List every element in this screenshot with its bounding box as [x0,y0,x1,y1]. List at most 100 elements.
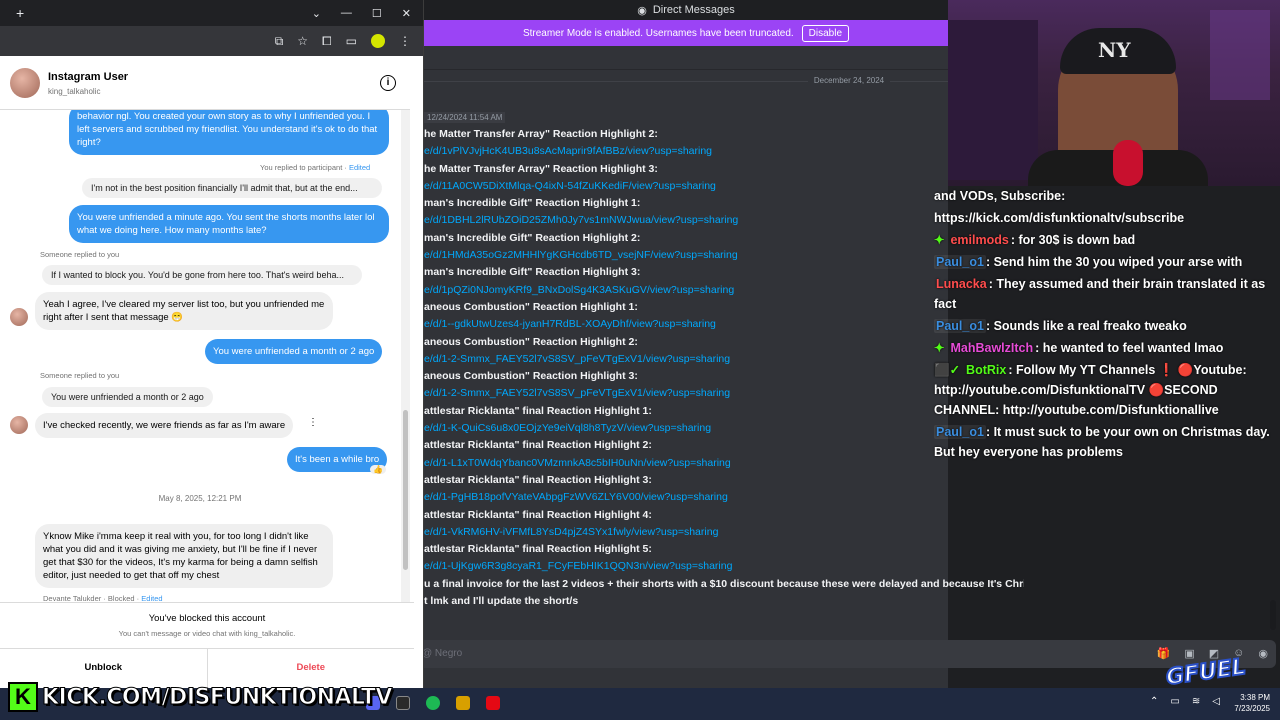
browser-window: + ⌄ — ☐ ✕ ⧉ ☆ ⧠ ▭ ⋮ Instagram User king_… [0,0,424,688]
streamer-mode-banner: Streamer Mode is enabled. Usernames have… [424,20,948,46]
list-item[interactable]: Yknow Mike i'mma keep it real with you, … [35,524,333,588]
badge-icon: ✦ [934,341,945,355]
chat-username: Paul_o1 [934,425,986,439]
ig-scrollbar[interactable] [401,110,410,602]
chat-message: ✦ MahBawlzItch: he wanted to feel wanted … [934,338,1280,358]
chat-message: Lunacka: They assumed and their brain tr… [934,274,1280,314]
discord-title-bar: ◉ Direct Messages [424,0,948,20]
list-item[interactable]: You were unfriended a minute ago. You se… [69,205,389,243]
reply-context: Someone replied to you [40,250,120,259]
chat-text: : for 30$ is down bad [1010,233,1136,247]
webcam-feed: NY [948,0,1280,186]
discord-message-input[interactable]: @ Negro 🎁 ▣ ◩ ☺ ◉ [414,640,1276,668]
ig-message-thread: behavior ngl. You created your own story… [0,110,400,602]
minimize-icon[interactable]: — [341,7,352,20]
list-item[interactable]: You were unfriended a month or 2 ago [205,339,383,364]
ig-display-name[interactable]: Instagram User [48,71,128,83]
disable-streamer-mode-button[interactable]: Disable [801,24,850,42]
spotify-icon[interactable] [426,696,440,710]
chat-text: : Send him the 30 you wiped your arse wi… [985,255,1243,269]
input-placeholder: @ Negro [422,648,463,659]
blocked-notice: You've blocked this account You can't me… [0,602,414,648]
message-text: he Matter Transfer Array" Reaction Highl… [424,128,658,140]
cap-logo-icon: NY [1098,38,1131,62]
extensions-icon[interactable]: ⧠ [322,34,332,49]
bookmark-star-icon[interactable]: ☆ [297,34,308,48]
chat-message: ⬛✓ BotRix: Follow My YT Channels ❗ 🔴Youtu… [934,360,1280,420]
reply-context: You replied to participant · Edited [260,163,371,172]
message-text: he Matter Transfer Array" Reaction Highl… [424,162,658,175]
chat-message: Paul_o1: It must suck to be your own on … [934,422,1280,462]
kick-logo: K [8,682,38,712]
streamer-notice: Streamer Mode is enabled. Usernames have… [522,27,794,39]
chat-text: : he wanted to feel wanted lmao [1035,341,1224,355]
avatar[interactable] [10,308,28,326]
chat-text: https://kick.com/disfunktionaltv/subscri… [934,211,1185,225]
quoted-message[interactable]: If I wanted to block you. You'd be gone … [42,265,362,285]
message-timestamp: 12/24/2024 11:54 AM [424,112,506,123]
gift-icon[interactable]: 🎁 [1157,647,1171,660]
badge-icon: ⬛✓ [934,363,961,377]
chat-message: https://kick.com/disfunktionaltv/subscri… [934,208,1280,228]
close-icon[interactable]: ✕ [402,7,411,20]
browser-tab-bar: + ⌄ — ☐ ✕ [0,0,423,26]
cast-icon[interactable]: ⧉ [275,34,284,49]
reply-context: Someone replied to you [40,371,120,380]
taskbar-clock[interactable]: 3:38 PM 7/23/2025 [1228,692,1270,714]
gif-icon[interactable]: ▣ [1184,647,1194,660]
list-item[interactable]: Yeah I agree, I've cleared my server lis… [35,292,333,330]
message-footer: Devante Talukder · Blocked · Edited [43,594,163,602]
chat-username: MahBawlzItch [950,341,1034,355]
chat-text: : Sounds like a real freako tweako [985,319,1187,333]
more-options-icon[interactable]: ⋮ [308,417,318,428]
quoted-message[interactable]: You were unfriended a month or 2 ago [42,387,213,407]
reaction-badge[interactable]: 👍 [370,465,386,474]
message-link[interactable]: e/d/1vPlVJvjHcK4UB3u8sAcMaprir9fAfBBz/vi… [424,143,1024,160]
discord-window-title: Direct Messages [652,4,735,16]
avatar[interactable] [10,416,28,434]
discord-icon: ◉ [637,4,647,17]
avatar[interactable] [10,68,40,98]
chevron-up-icon[interactable]: ⌃ [1150,696,1158,707]
list-item[interactable]: behavior ngl. You created your own story… [69,110,389,155]
blocked-subtitle: You can't message or video chat with kin… [118,629,296,638]
list-item[interactable]: I've checked recently, we were friends a… [35,413,294,438]
menu-icon[interactable]: ⋮ [399,34,411,48]
blocked-title: You've blocked this account [148,613,266,624]
new-tab-icon[interactable]: + [16,5,24,21]
date-separator: May 8, 2025, 12:21 PM [158,494,242,503]
app-icon[interactable] [456,696,470,710]
discord-dm-header [424,46,948,70]
sidepanel-icon[interactable]: ▭ [346,34,357,48]
info-icon[interactable]: i [380,75,396,91]
chat-message: ✦ emilmods: for 30$ is down bad [934,230,1280,250]
chat-username: emilmods [950,233,1009,247]
maximize-icon[interactable]: ☐ [372,7,382,20]
chat-username: Paul_o1 [934,255,986,269]
browser-toolbar: ⧉ ☆ ⧠ ▭ ⋮ [0,26,423,56]
microphone-icon [1113,140,1143,186]
ig-handle: king_talkaholic [48,87,101,96]
chat-message: Paul_o1: Sounds like a real freako tweak… [934,316,1280,336]
apps-icon[interactable]: ◉ [1258,647,1268,660]
volume-icon[interactable]: ◁ [1212,696,1220,707]
network-icon[interactable]: ▭ [1170,696,1179,707]
wifi-icon[interactable]: ≋ [1192,696,1200,707]
ig-chat-header: Instagram User king_talkaholic i [0,56,410,110]
chevron-down-icon[interactable]: ⌄ [312,7,321,20]
profile-avatar[interactable] [371,34,385,48]
chat-message: and VODs, Subscribe: [934,186,1280,206]
chat-message: Paul_o1: Send him the 30 you wiped your … [934,252,1280,272]
epic-games-icon[interactable] [396,696,410,710]
quoted-message[interactable]: I'm not in the best position financially… [82,178,382,198]
kick-banner: K KICK.COM/DISFUNKTIONALTV [8,682,393,712]
kick-url: KICK.COM/DISFUNKTIONALTV [42,684,393,710]
chat-username: Lunacka [936,277,987,291]
badge-icon: ✦ [934,233,945,247]
chat-username: BotRix [966,363,1007,377]
netflix-icon[interactable] [486,696,500,710]
system-tray: ⌃ ▭ ≋ ◁ [1150,696,1220,707]
stream-chat-overlay: and VODs, Subscribe: https://kick.com/dis… [934,186,1280,606]
chat-username: Paul_o1 [934,319,986,333]
chat-text: and VODs, Subscribe: [934,189,1066,203]
